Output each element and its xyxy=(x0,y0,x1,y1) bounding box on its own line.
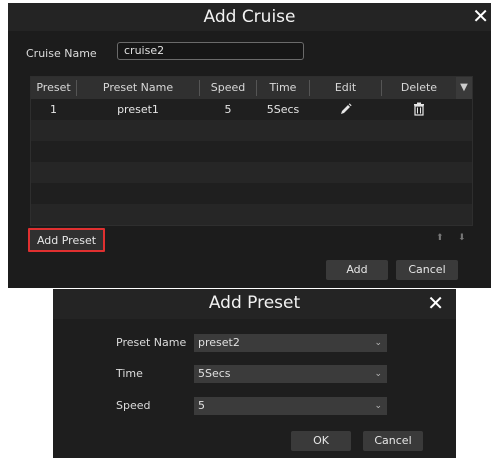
close-icon[interactable]: ✕ xyxy=(427,291,444,315)
add-cruise-dialog: Add Cruise ✕ Cruise Name cruise2 Preset … xyxy=(8,3,491,288)
chevron-down-icon: ⌄ xyxy=(374,369,382,379)
add-preset-titlebar: Add Preset ✕ xyxy=(53,289,456,319)
col-preset[interactable]: Preset xyxy=(31,81,76,94)
table-row[interactable]: 1 preset1 5 5Secs xyxy=(31,99,472,120)
dialog-title: Add Preset xyxy=(208,293,301,313)
chevron-down-icon: ⌄ xyxy=(374,338,382,348)
move-up-icon[interactable]: ⬆ xyxy=(436,233,444,243)
preset-name-select[interactable]: preset2 ⌄ xyxy=(194,334,387,352)
table-row-empty xyxy=(31,141,472,162)
cell-preset: 1 xyxy=(50,103,57,116)
table-row-empty xyxy=(31,120,472,141)
cell-preset-name: preset1 xyxy=(117,103,159,116)
ok-button[interactable]: OK xyxy=(291,431,351,451)
preset-table: Preset Preset Name Speed Time Edit Delet… xyxy=(30,76,473,226)
col-delete[interactable]: Delete xyxy=(382,81,456,94)
cruise-name-label: Cruise Name xyxy=(26,47,97,60)
preset-name-value: preset2 xyxy=(198,336,240,349)
speed-select[interactable]: 5 ⌄ xyxy=(194,397,387,415)
close-icon[interactable]: ✕ xyxy=(472,4,489,28)
cruise-name-input[interactable]: cruise2 xyxy=(117,42,304,60)
cell-speed: 5 xyxy=(224,103,232,116)
table-row-empty xyxy=(31,162,472,183)
move-down-icon[interactable]: ⬇ xyxy=(458,233,466,243)
col-time[interactable]: Time xyxy=(257,81,309,94)
add-preset-button[interactable]: Add Preset xyxy=(28,228,105,252)
speed-label: Speed xyxy=(116,399,151,412)
time-select[interactable]: 5Secs ⌄ xyxy=(194,365,387,383)
table-row-empty xyxy=(31,183,472,204)
col-preset-name[interactable]: Preset Name xyxy=(77,81,199,94)
col-speed[interactable]: Speed xyxy=(200,81,256,94)
add-cruise-titlebar: Add Cruise ✕ xyxy=(8,3,491,31)
chevron-down-icon: ⌄ xyxy=(374,401,382,411)
col-edit[interactable]: Edit xyxy=(310,81,381,94)
speed-value: 5 xyxy=(198,399,205,412)
table-header: Preset Preset Name Speed Time Edit Delet… xyxy=(31,77,472,99)
dialog-title: Add Cruise xyxy=(203,7,296,27)
time-label: Time xyxy=(116,367,143,380)
cell-time: 5Secs xyxy=(266,103,300,116)
table-row-empty xyxy=(31,204,472,225)
add-button[interactable]: Add xyxy=(326,260,388,280)
preset-name-label: Preset Name xyxy=(116,336,187,349)
column-dropdown-icon[interactable]: ▼ xyxy=(456,77,472,99)
cancel-button[interactable]: Cancel xyxy=(363,431,423,451)
pencil-icon[interactable] xyxy=(310,102,381,119)
add-preset-dialog: Add Preset ✕ Preset Name preset2 ⌄ Time … xyxy=(53,289,456,458)
cancel-button[interactable]: Cancel xyxy=(396,260,458,280)
trash-icon[interactable] xyxy=(382,102,456,119)
time-value: 5Secs xyxy=(198,367,231,380)
